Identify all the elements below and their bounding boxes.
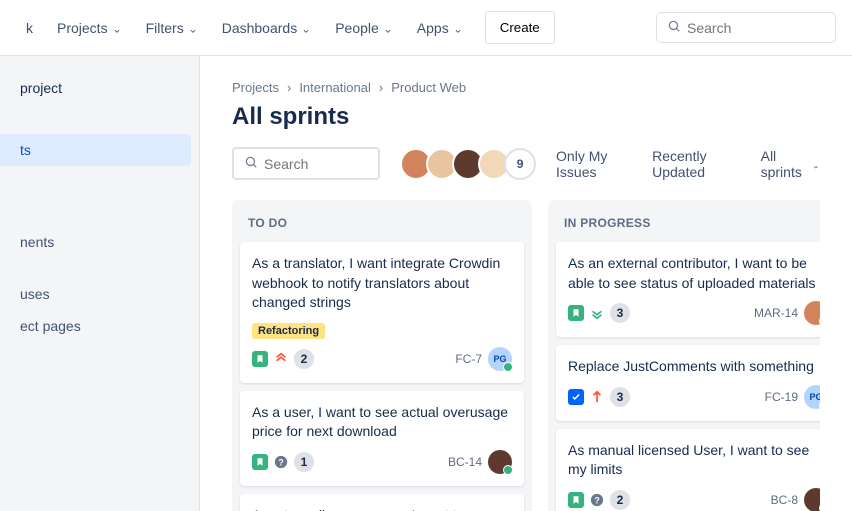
nav-label: Projects [57,20,108,36]
sidebar: project ts nents uses ect pages [0,56,200,511]
filter-row: 9 Only My Issues Recently Updated All sp… [232,147,820,180]
board-search[interactable] [232,147,380,180]
board-column: IN PROGRESS As an external contributor, I… [548,200,820,511]
search-icon [244,155,258,172]
breadcrumb: Projects › International › Product Web [232,80,820,95]
story-icon [252,454,268,470]
issue-card[interactable]: As a team license owner, I want to use m… [240,494,524,511]
page-title: All sprints [232,103,820,131]
card-tag: Refactoring [252,323,325,339]
recently-updated-filter[interactable]: Recently Updated [652,148,740,180]
issue-card[interactable]: As manual licensed User, I want to see m… [556,429,820,511]
board: TO DO As a translator, I want integrate C… [232,200,820,511]
assignee-avatar[interactable]: PG [804,385,820,409]
story-icon [568,305,584,321]
card-title: Replace JustComments with something [568,357,820,377]
chevron-down-icon [188,23,198,33]
chevron-down-icon [383,23,393,33]
priority-icon [590,306,604,320]
issue-key: BC-14 [448,455,482,469]
assignee-avatar[interactable] [804,301,820,325]
global-search[interactable] [656,12,836,43]
story-icon [252,351,268,367]
nav-label: Apps [417,20,449,36]
board-column: TO DO As a translator, I want integrate C… [232,200,532,511]
nav-label: Filters [146,20,184,36]
sidebar-project-label: project [0,72,199,104]
priority-icon [274,352,288,366]
breadcrumb-item[interactable]: Projects [232,80,279,95]
issue-key: BC-8 [771,493,798,507]
story-points: 3 [610,387,630,407]
sidebar-item[interactable]: ect pages [0,310,199,342]
card-title: As manual licensed User, I want to see m… [568,441,820,480]
top-navigation: k Projects Filters Dashboards People App… [0,0,852,56]
chevron-right-icon: › [379,80,383,95]
nav-label: Dashboards [222,20,298,36]
main-content: Projects › International › Product Web A… [200,56,852,511]
priority-icon: ? [274,455,288,469]
create-button[interactable]: Create [485,11,555,44]
priority-icon: ? [590,493,604,507]
column-header: TO DO [240,212,524,242]
assignee-avatar[interactable]: PG [488,347,512,371]
sprint-dropdown[interactable]: All sprints [761,148,820,180]
chevron-down-icon [812,159,820,169]
story-points: 3 [610,303,630,323]
nav-projects[interactable]: Projects [47,12,132,44]
chevron-right-icon: › [287,80,291,95]
nav-people[interactable]: People [325,12,403,44]
avatar-overflow-count[interactable]: 9 [504,148,536,180]
search-icon [667,19,681,36]
story-points: 2 [610,490,630,510]
issue-key: FC-19 [765,390,798,404]
nav-apps[interactable]: Apps [407,12,473,44]
priority-icon [590,390,604,404]
issue-card[interactable]: As a user, I want to see actual overusag… [240,391,524,486]
assignee-filter: 9 [400,148,536,180]
assignee-avatar[interactable] [804,488,820,511]
chevron-down-icon [453,23,463,33]
card-title: As a user, I want to see actual overusag… [252,403,512,442]
dropdown-label: All sprints [761,148,809,180]
chevron-down-icon [301,23,311,33]
task-icon [568,389,584,405]
sidebar-item[interactable]: nents [0,226,199,258]
sidebar-active-item[interactable]: ts [0,134,191,166]
column-header: IN PROGRESS [556,212,820,242]
svg-text:?: ? [594,495,599,505]
breadcrumb-item[interactable]: Product Web [391,80,466,95]
svg-text:?: ? [278,457,283,467]
story-points: 2 [294,349,314,369]
card-title: As a translator, I want integrate Crowdi… [252,254,512,313]
nav-dashboards[interactable]: Dashboards [212,12,322,44]
nav-label: People [335,20,379,36]
board-search-input[interactable] [264,156,368,172]
only-my-issues-filter[interactable]: Only My Issues [556,148,632,180]
sidebar-item[interactable]: uses [0,278,199,310]
card-title: As an external contributor, I want to be… [568,254,820,293]
issue-card[interactable]: Replace JustComments with something 3 FC-1… [556,345,820,421]
breadcrumb-item[interactable]: International [299,80,371,95]
issue-card[interactable]: As a translator, I want integrate Crowdi… [240,242,524,383]
issue-card[interactable]: As an external contributor, I want to be… [556,242,820,337]
chevron-down-icon [112,23,122,33]
issue-key: MAR-14 [754,306,798,320]
card-title: As a team license owner, I want to use m… [252,506,512,511]
nav-filters[interactable]: Filters [136,12,208,44]
search-input[interactable] [687,20,825,36]
story-points: 1 [294,452,314,472]
assignee-avatar[interactable] [488,450,512,474]
logo-fragment: k [16,12,43,44]
issue-key: FC-7 [455,352,482,366]
story-icon [568,492,584,508]
